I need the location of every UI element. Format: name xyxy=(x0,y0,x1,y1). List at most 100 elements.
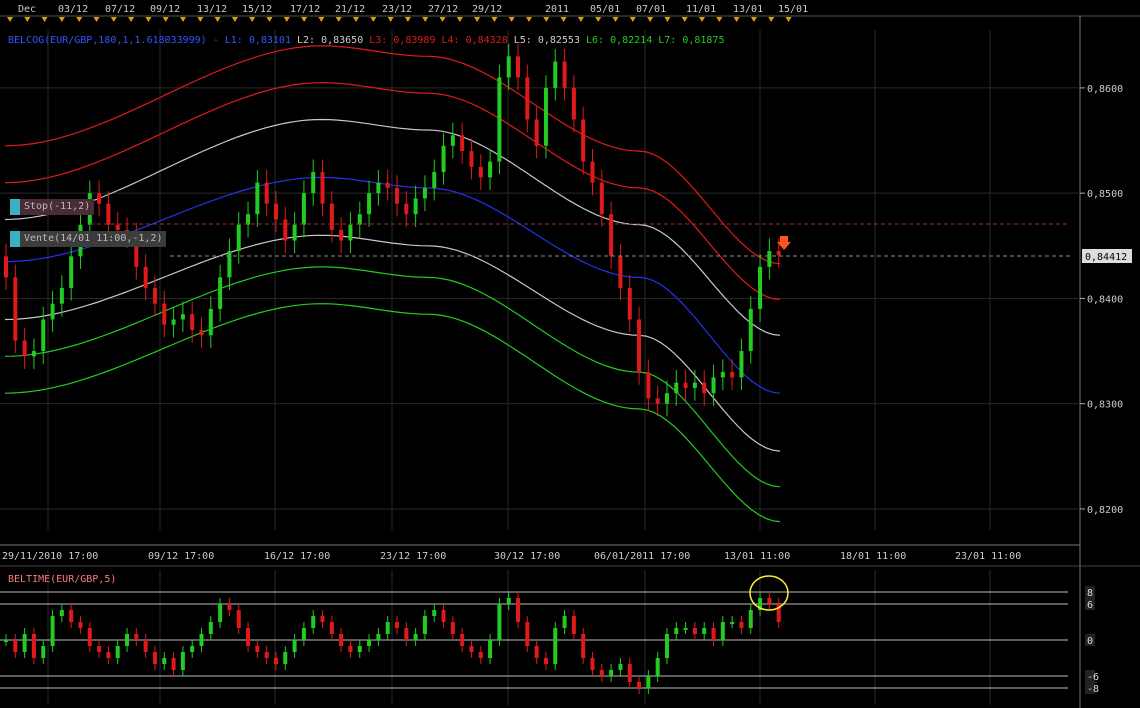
legend-l2: L2: 0,83650 xyxy=(297,35,369,46)
candle-body xyxy=(609,214,614,257)
candle-body xyxy=(255,182,260,215)
subchart-bar xyxy=(31,634,36,658)
price-tick-label: 0,8500 xyxy=(1087,189,1123,200)
timeline-label: 03/12 xyxy=(58,4,88,15)
timeline-label: 09/12 xyxy=(150,4,180,15)
subchart-bar xyxy=(413,634,418,640)
candle-body xyxy=(469,151,474,167)
candle-body xyxy=(367,193,372,215)
stop-order-tag[interactable]: Stop(-11,2) xyxy=(10,199,95,215)
subchart-bar xyxy=(301,628,306,640)
subchart-bar xyxy=(218,604,223,622)
candle-body xyxy=(590,161,595,183)
subchart-bar xyxy=(711,628,716,640)
time-axis-label: 09/12 17:00 xyxy=(148,551,214,562)
subchart-bar xyxy=(683,628,688,630)
subchart-bar xyxy=(264,652,269,658)
candle-body xyxy=(236,224,241,252)
candle-body xyxy=(664,393,669,404)
candle-body xyxy=(460,135,465,152)
candle-body xyxy=(646,372,651,399)
subchart-bar xyxy=(367,640,372,646)
candle-body xyxy=(97,193,102,204)
subchart-bar xyxy=(432,610,437,616)
timeline-label: 07/12 xyxy=(105,4,135,15)
candle-body xyxy=(106,203,111,225)
subchart-bar xyxy=(627,664,632,682)
subchart-bar xyxy=(422,616,427,634)
sell-order-label: Vente(14/01 11:00,-1,2) xyxy=(24,233,163,244)
candle-body xyxy=(692,382,697,388)
timeline-label: 17/12 xyxy=(290,4,320,15)
subchart-bar xyxy=(739,622,744,628)
time-axis-label: 18/01 11:00 xyxy=(840,551,906,562)
subchart-bar xyxy=(87,628,92,646)
subchart-bar xyxy=(152,652,157,664)
sell-drag-handle[interactable] xyxy=(10,231,20,247)
candle-body xyxy=(208,308,213,336)
timeline-label: 05/01 xyxy=(590,4,620,15)
subchart-bar xyxy=(534,646,539,658)
stop-order-label: Stop(-11,2) xyxy=(24,201,91,212)
subchart-bar xyxy=(460,634,465,646)
subchart-bar xyxy=(478,652,483,658)
time-axis-label: 23/01 11:00 xyxy=(955,551,1021,562)
subchart-bar xyxy=(441,610,446,622)
subchart-bar xyxy=(692,628,697,634)
subchart-bar xyxy=(385,622,390,634)
candle-body xyxy=(143,266,148,288)
subchart-bar xyxy=(581,634,586,658)
candle-body xyxy=(152,287,157,304)
candle-body xyxy=(162,303,167,325)
subchart-bar xyxy=(730,622,735,624)
subchart-bar xyxy=(376,634,381,640)
candle-body xyxy=(273,203,278,220)
subchart-bar xyxy=(273,658,278,664)
candle-body xyxy=(674,382,679,394)
subchart-bar xyxy=(13,640,18,652)
subchart-bar xyxy=(4,640,8,642)
time-axis-label: 30/12 17:00 xyxy=(494,551,560,562)
candle-body xyxy=(348,224,353,241)
price-tick-label: 0,8400 xyxy=(1087,294,1123,305)
subchart-bar xyxy=(720,622,725,640)
subchart-bar xyxy=(748,610,753,628)
subchart-bar xyxy=(208,622,213,634)
candle-body xyxy=(395,187,399,204)
candle-body xyxy=(22,340,27,357)
sell-order-tag[interactable]: Vente(14/01 11:00,-1,2) xyxy=(10,231,167,247)
stop-drag-handle[interactable] xyxy=(10,199,20,215)
subchart-bar xyxy=(599,670,604,676)
candle-body xyxy=(422,187,427,199)
subchart-bar xyxy=(497,604,502,640)
subchart-bar xyxy=(143,640,148,652)
candle-body xyxy=(376,182,381,194)
candle-body xyxy=(739,351,744,378)
trading-chart[interactable]: 0,8600 0,8500 0,8400 0,8300 0,8200 Dec 03/12 07… xyxy=(0,0,1140,708)
subchart-bar xyxy=(450,622,455,634)
subchart-bar xyxy=(488,640,493,658)
subchart-level-label: -6 xyxy=(1087,672,1099,683)
candle-body xyxy=(627,287,632,320)
subchart-bar xyxy=(395,622,399,628)
timeline-label: 13/01 xyxy=(733,4,763,15)
candle-body xyxy=(450,135,455,146)
subchart-bar xyxy=(320,616,325,622)
candle-body xyxy=(534,119,539,146)
timeline-label: 21/12 xyxy=(335,4,365,15)
subchart-bar xyxy=(78,622,83,628)
candle-body xyxy=(748,308,753,352)
subchart-bar xyxy=(255,646,260,652)
subchart-bar xyxy=(50,616,55,646)
subchart-bar xyxy=(702,628,707,634)
subchart-bar xyxy=(134,634,139,640)
legend-l3: L3: 0,83989 xyxy=(369,35,441,46)
time-axis-label: 13/01 11:00 xyxy=(724,551,790,562)
subchart-level-label: -8 xyxy=(1087,684,1099,695)
candle-body xyxy=(339,230,344,241)
subchart-bar xyxy=(125,634,130,646)
timeline-label: 27/12 xyxy=(428,4,458,15)
candle-body xyxy=(637,319,642,373)
subchart-bar xyxy=(236,610,241,628)
candle-body xyxy=(13,277,18,341)
